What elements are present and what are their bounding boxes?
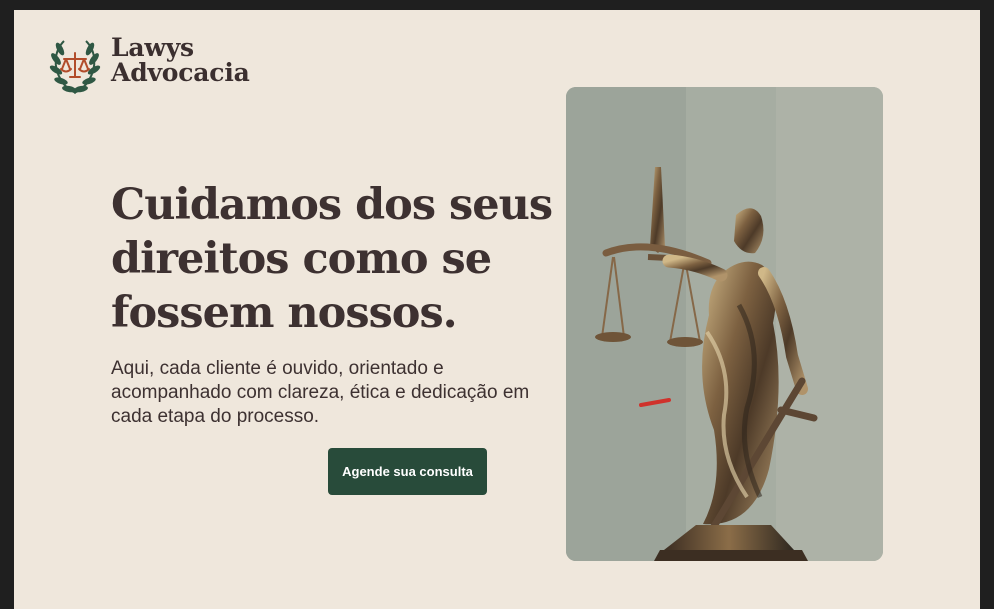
scales-laurel-icon	[49, 40, 101, 94]
brand-name-line-2: Advocacia	[111, 58, 250, 87]
hero-description: Aqui, cada cliente é ouvido, orientado e…	[111, 357, 556, 429]
brand-name: Lawys Advocacia	[111, 35, 281, 85]
hero-description-line-2: acompanhado com clareza, ética e dedicaç…	[111, 382, 530, 403]
lady-justice-statue-image	[566, 87, 883, 561]
hero-image	[566, 87, 883, 561]
hero-title-line-2: direitos como se	[111, 234, 492, 284]
hero-title: Cuidamos dos seus direitos como se fosse…	[111, 178, 571, 340]
hero-title-line-1: Cuidamos dos seus	[111, 180, 553, 230]
schedule-consultation-button[interactable]: Agende sua consulta	[328, 448, 487, 495]
brand-name-line-1: Lawys	[111, 33, 194, 62]
landing-page: Lawys Advocacia Cuidamos dos seus direit…	[14, 10, 980, 609]
hero-description-line-1: Aqui, cada cliente é ouvido, orientado e	[111, 358, 444, 379]
hero-description-line-3: cada etapa do processo.	[111, 406, 320, 427]
hero-title-line-3: fossem nossos.	[111, 288, 458, 338]
brand-logo[interactable]: Lawys Advocacia	[44, 35, 274, 99]
